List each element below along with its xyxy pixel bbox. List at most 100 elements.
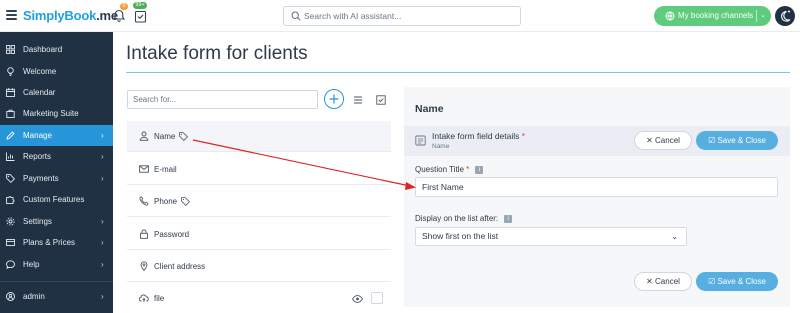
required-mark: *: [521, 131, 526, 141]
chevron-right-icon: ›: [101, 217, 104, 226]
chevron-right-icon: ›: [101, 292, 104, 301]
cancel-label: Cancel: [655, 277, 680, 286]
info-icon[interactable]: i: [475, 165, 484, 174]
hamburger-menu-icon[interactable]: [6, 10, 17, 20]
save-icon: ☑: [708, 136, 716, 145]
sidebar-item-welcome[interactable]: Welcome: [0, 61, 113, 82]
bag-icon: [6, 109, 15, 118]
sidebar-divider: [0, 281, 113, 282]
tasks-clipboard-icon[interactable]: [134, 9, 147, 23]
sidebar-user-admin[interactable]: admin ›: [0, 286, 113, 307]
field-row-email[interactable]: E-mail: [127, 154, 391, 185]
logo[interactable]: SimplyBook.me: [23, 8, 118, 23]
notification-badge: 5: [120, 3, 128, 10]
list-view-icon[interactable]: [353, 95, 363, 105]
display-after-label: Display on the list after: i: [415, 214, 513, 223]
chevron-right-icon: ›: [101, 131, 104, 140]
sidebar-item-plans-prices[interactable]: Plans & Prices ›: [0, 232, 113, 253]
file-select-checkbox[interactable]: [371, 292, 383, 304]
question-title-input[interactable]: [415, 177, 778, 197]
button-divider: [756, 10, 757, 22]
sidebar-item-manage[interactable]: Manage ›: [0, 125, 113, 146]
display-after-value: Show first on the list: [422, 231, 499, 241]
tasks-badge: 99+: [133, 2, 147, 9]
sidebar-item-help[interactable]: Help ›: [0, 254, 113, 275]
calendar-icon: [6, 88, 15, 97]
info-icon[interactable]: i: [504, 214, 513, 223]
sidebar-item-label: Welcome: [23, 67, 57, 76]
mail-icon: [139, 165, 149, 173]
field-label: Name: [154, 132, 176, 141]
cancel-label: Cancel: [655, 136, 680, 145]
field-search-input[interactable]: [133, 93, 313, 106]
title-underline: [126, 72, 790, 73]
ai-search-bar[interactable]: [283, 6, 521, 26]
details-title-text: Intake form field details: [432, 131, 520, 141]
bulb-icon: [7, 67, 14, 76]
save-label: Save & Close: [717, 277, 766, 286]
page-title: Intake form for clients: [126, 43, 308, 64]
sidebar-item-label: Manage: [23, 131, 52, 140]
sidebar-item-label: Marketing Suite: [23, 109, 79, 118]
theme-toggle-moon-icon[interactable]: [775, 6, 795, 26]
chevron-right-icon: ›: [101, 152, 104, 161]
sidebar-item-label: Settings: [23, 217, 52, 226]
sidebar: Dashboard Welcome Calendar Marketing Sui…: [0, 32, 113, 313]
puzzle-icon: [6, 196, 15, 204]
card-icon: [6, 239, 15, 246]
checkbox-select-icon[interactable]: [376, 95, 386, 105]
field-row-name[interactable]: Name: [127, 121, 391, 152]
dashboard-icon: [6, 45, 15, 54]
sidebar-item-label: Calendar: [23, 88, 56, 97]
sidebar-item-label: Payments: [23, 174, 59, 183]
field-label: file: [154, 294, 165, 303]
sidebar-user-label: admin: [23, 292, 45, 301]
sidebar-item-label: Help: [23, 260, 40, 269]
sidebar-item-reports[interactable]: Reports ›: [0, 146, 113, 167]
details-subtitle: Name: [432, 143, 450, 150]
chevron-right-icon: ›: [101, 174, 104, 183]
save-close-button-bottom[interactable]: ☑ Save & Close: [696, 272, 778, 291]
field-row-client-address[interactable]: Client address: [127, 251, 391, 282]
chevron-down-icon[interactable]: ⌄: [760, 6, 766, 26]
booking-channels-button[interactable]: My booking channels ⌄: [654, 6, 771, 26]
sidebar-item-marketing-suite[interactable]: Marketing Suite: [0, 103, 113, 124]
cloud-upload-icon: [139, 294, 149, 302]
field-row-phone[interactable]: Phone: [127, 186, 391, 217]
required-mark: *: [466, 165, 470, 174]
question-title-label: Question Title * i: [415, 165, 484, 174]
close-icon: ✕: [646, 136, 653, 145]
save-close-button-top[interactable]: ☑ Save & Close: [696, 131, 778, 150]
field-row-password[interactable]: Password: [127, 219, 391, 250]
eye-icon[interactable]: [352, 295, 363, 303]
field-edit-panel: Name Intake form field details * Name ✕ …: [404, 87, 790, 307]
chat-icon: [6, 260, 15, 269]
logo-main: SimplyBook: [23, 8, 97, 23]
sidebar-item-calendar[interactable]: Calendar: [0, 82, 113, 103]
gear-icon: [6, 217, 15, 226]
tag-icon: [181, 197, 190, 206]
display-after-select[interactable]: Show first on the list ⌄: [415, 227, 687, 246]
chart-icon: [6, 152, 15, 161]
chevron-right-icon: ›: [101, 260, 104, 269]
panel-title: Name: [415, 103, 444, 115]
sidebar-item-dashboard[interactable]: Dashboard: [0, 39, 113, 60]
sidebar-item-label: Plans & Prices: [23, 238, 76, 247]
cancel-button-top[interactable]: ✕ Cancel: [634, 131, 692, 150]
add-field-button[interactable]: [324, 89, 344, 109]
sidebar-item-custom-features[interactable]: Custom Features: [0, 189, 113, 210]
tag-icon: [179, 132, 188, 141]
booking-channels-label: My booking channels: [678, 11, 754, 20]
tag-icon: [6, 174, 15, 183]
plus-icon: [329, 94, 339, 104]
field-search-box[interactable]: [127, 90, 318, 109]
bell-icon[interactable]: [112, 9, 126, 23]
search-icon: [291, 11, 301, 21]
chevron-right-icon: ›: [101, 238, 104, 247]
ai-search-input[interactable]: [304, 9, 514, 23]
save-label: Save & Close: [717, 136, 766, 145]
sidebar-item-payments[interactable]: Payments ›: [0, 168, 113, 189]
sidebar-item-settings[interactable]: Settings ›: [0, 211, 113, 232]
cancel-button-bottom[interactable]: ✕ Cancel: [634, 272, 692, 291]
details-header: Intake form field details * Name ✕ Cance…: [404, 126, 790, 156]
